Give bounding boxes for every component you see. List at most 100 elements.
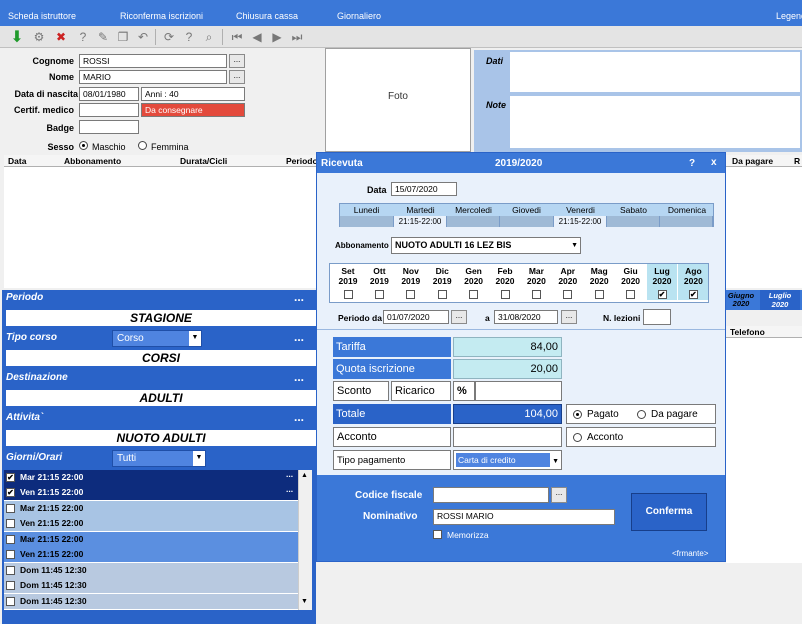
slot-dots[interactable]: ... <box>286 482 293 497</box>
slot-checkbox[interactable] <box>6 566 15 575</box>
menu-riconferma-iscrizioni[interactable]: Riconferma iscrizioni <box>120 11 203 21</box>
month-column[interactable]: Giu 2020 <box>616 266 646 299</box>
month-checkbox[interactable] <box>374 290 384 299</box>
col-telefono[interactable]: Telefono <box>730 327 765 337</box>
tipo-corso-dots-button[interactable]: ... <box>294 330 304 344</box>
menu-legenda[interactable]: Legend <box>776 11 802 21</box>
month-column[interactable]: Feb 2020 <box>490 266 520 299</box>
month-checkbox[interactable] <box>594 290 604 299</box>
dati-field[interactable] <box>510 52 800 92</box>
memorizza-checkbox[interactable] <box>433 530 442 539</box>
chevron-down-icon[interactable]: ▼ <box>571 240 578 251</box>
month-checkbox[interactable] <box>500 290 510 299</box>
col-da-pagare[interactable]: Da pagare <box>732 156 773 166</box>
periodo-dots-button[interactable]: ... <box>294 290 304 304</box>
tipo-pagamento-select[interactable]: Carta di credito ▼ <box>453 450 562 470</box>
month-column[interactable]: Apr 2020 <box>553 266 583 299</box>
tab-luglio[interactable]: Luglio 2020 <box>760 290 800 310</box>
acconto-radio[interactable] <box>573 433 582 442</box>
ricarico-button[interactable]: Ricarico <box>391 381 451 401</box>
prev-record-icon[interactable]: ◀ <box>248 28 266 46</box>
codice-fiscale-field[interactable] <box>433 487 549 503</box>
scroll-up-icon[interactable]: ▲ <box>301 472 308 479</box>
month-checkbox[interactable] <box>406 290 416 299</box>
slot-row[interactable]: Mar 21:15 22:00 <box>4 501 298 516</box>
edit-icon[interactable]: ✎ <box>94 28 112 46</box>
scroll-down-icon[interactable]: ▼ <box>301 598 308 605</box>
nascita-field[interactable]: 08/01/1980 <box>79 87 139 101</box>
slot-checkbox[interactable] <box>6 504 15 513</box>
codice-fiscale-button[interactable]: ... <box>551 487 567 503</box>
month-column[interactable]: Nov 2019 <box>396 266 426 299</box>
refresh-icon[interactable]: ⟳ <box>160 28 178 46</box>
conferma-button[interactable]: Conferma <box>631 493 707 531</box>
chevron-down-icon[interactable]: ▼ <box>189 331 201 346</box>
copy-icon[interactable]: ❐ <box>114 28 132 46</box>
month-column[interactable]: Mag 2020 <box>584 266 614 299</box>
month-column[interactable]: Dic 2019 <box>427 266 457 299</box>
month-checkbox[interactable] <box>626 290 636 299</box>
nominativo-field[interactable]: ROSSI MARIO <box>433 509 615 525</box>
sconto-button[interactable]: Sconto <box>333 381 389 401</box>
slot-row[interactable]: Mar 21:15 22:00 <box>4 532 298 547</box>
periodo-a-picker-button[interactable]: ... <box>561 310 577 324</box>
col-durata[interactable]: Durata/Cicli <box>180 156 227 166</box>
month-checkbox[interactable]: ✔ <box>688 290 698 299</box>
telefono-grid[interactable] <box>726 338 802 563</box>
slot-row[interactable]: Dom 11:45 12:30 <box>4 578 298 593</box>
quota-value[interactable]: 20,00 <box>453 359 562 379</box>
slot-checkbox[interactable] <box>6 597 15 606</box>
month-checkbox[interactable] <box>469 290 479 299</box>
month-checkbox[interactable]: ✔ <box>657 290 667 299</box>
badge-field[interactable] <box>79 120 139 134</box>
last-record-icon[interactable]: ⏭ <box>288 28 306 46</box>
col-abbonamento[interactable]: Abbonamento <box>64 156 121 166</box>
cognome-lookup-button[interactable]: ... <box>229 54 245 68</box>
slot-row[interactable]: Ven 21:15 22:00 <box>4 516 298 531</box>
right-grid[interactable] <box>726 167 802 288</box>
help-icon[interactable]: ? <box>689 158 695 169</box>
slot-checkbox[interactable] <box>6 519 15 528</box>
tab-giugno[interactable]: Giugno 2020 <box>726 292 756 308</box>
da-pagare-radio[interactable] <box>637 410 646 419</box>
month-column[interactable]: Mar 2020 <box>521 266 551 299</box>
slot-checkbox[interactable] <box>6 550 15 559</box>
close-icon[interactable]: x <box>711 157 717 168</box>
slot-checkbox[interactable] <box>6 535 15 544</box>
month-column[interactable]: Ott 2019 <box>364 266 394 299</box>
menu-chiusura-cassa[interactable]: Chiusura cassa <box>236 11 298 21</box>
time-slot-list[interactable]: ✔ Mar 21:15 22:00... ✔ Ven 21:15 22:00... … <box>4 469 298 610</box>
femmina-radio[interactable] <box>138 141 147 150</box>
attivita-dots-button[interactable]: ... <box>294 410 304 424</box>
nome-field[interactable]: MARIO <box>79 70 227 84</box>
slot-row[interactable]: Ven 21:15 22:00 <box>4 547 298 562</box>
next-record-icon[interactable]: ▶ <box>268 28 286 46</box>
chevron-down-icon[interactable]: ▼ <box>193 451 205 466</box>
nome-lookup-button[interactable]: ... <box>229 70 245 84</box>
maschio-radio[interactable] <box>79 141 88 150</box>
menu-scheda-istruttore[interactable]: Scheda istruttore <box>8 11 76 21</box>
periodo-a-field[interactable]: 31/08/2020 <box>494 310 558 324</box>
subscriptions-grid[interactable] <box>4 167 318 288</box>
settings-icon[interactable]: ⚙ <box>30 28 48 46</box>
month-checkbox[interactable] <box>437 290 447 299</box>
slot-checkbox[interactable] <box>6 581 15 590</box>
slot-row[interactable]: ✔ Ven 21:15 22:00... <box>4 482 298 500</box>
sconto-value[interactable] <box>475 381 562 401</box>
certif-field[interactable] <box>79 103 139 117</box>
month-column[interactable]: Ago 2020 ✔ <box>678 264 709 300</box>
periodo-da-picker-button[interactable]: ... <box>451 310 467 324</box>
slot-row[interactable]: ✔ Mar 21:15 22:00... <box>4 469 298 485</box>
first-record-icon[interactable]: ⏮ <box>228 28 246 46</box>
photo-box[interactable]: Foto <box>325 48 471 152</box>
col-r[interactable]: R <box>794 156 800 166</box>
preview-icon[interactable]: ⌕ <box>200 28 218 46</box>
month-column[interactable]: Lug 2020 ✔ <box>647 264 677 300</box>
col-periodo[interactable]: Periodo <box>286 156 318 166</box>
slot-row[interactable]: Dom 11:45 12:30 <box>4 594 298 609</box>
delete-document-icon[interactable]: ✖ <box>52 28 70 46</box>
chevron-down-icon[interactable]: ▼ <box>552 452 559 471</box>
help-icon[interactable]: ? <box>74 28 92 46</box>
slot-checkbox[interactable]: ✔ <box>6 488 15 497</box>
tipo-corso-select[interactable]: Corso ▼ <box>112 330 202 347</box>
